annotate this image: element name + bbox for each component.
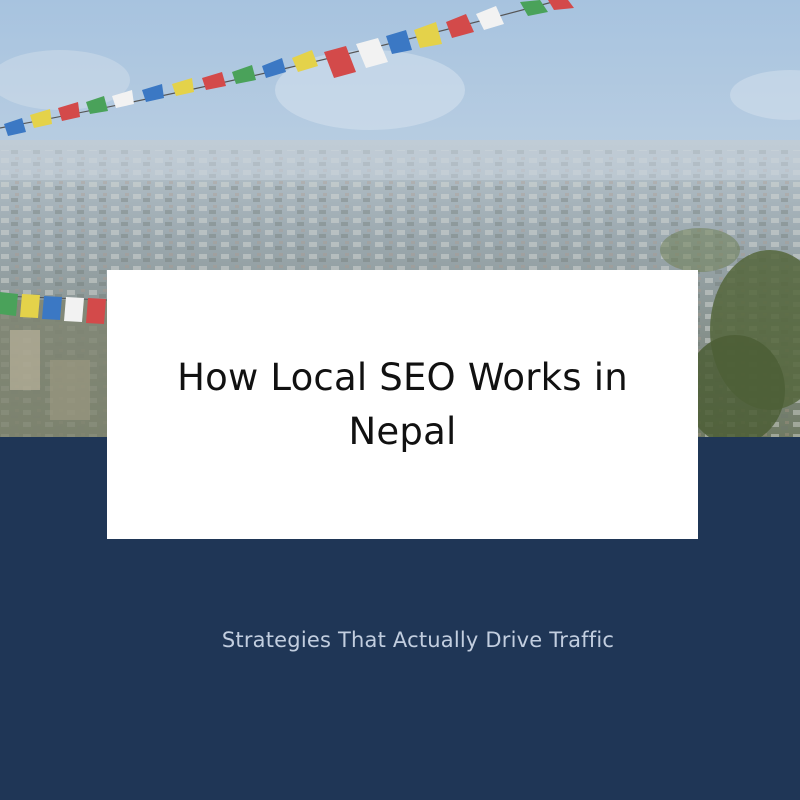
page-title: How Local SEO Works in Nepal — [177, 355, 628, 453]
subtitle: Strategies That Actually Drive Traffic — [221, 628, 615, 652]
title-card: How Local SEO Works in Nepal — [107, 270, 698, 539]
